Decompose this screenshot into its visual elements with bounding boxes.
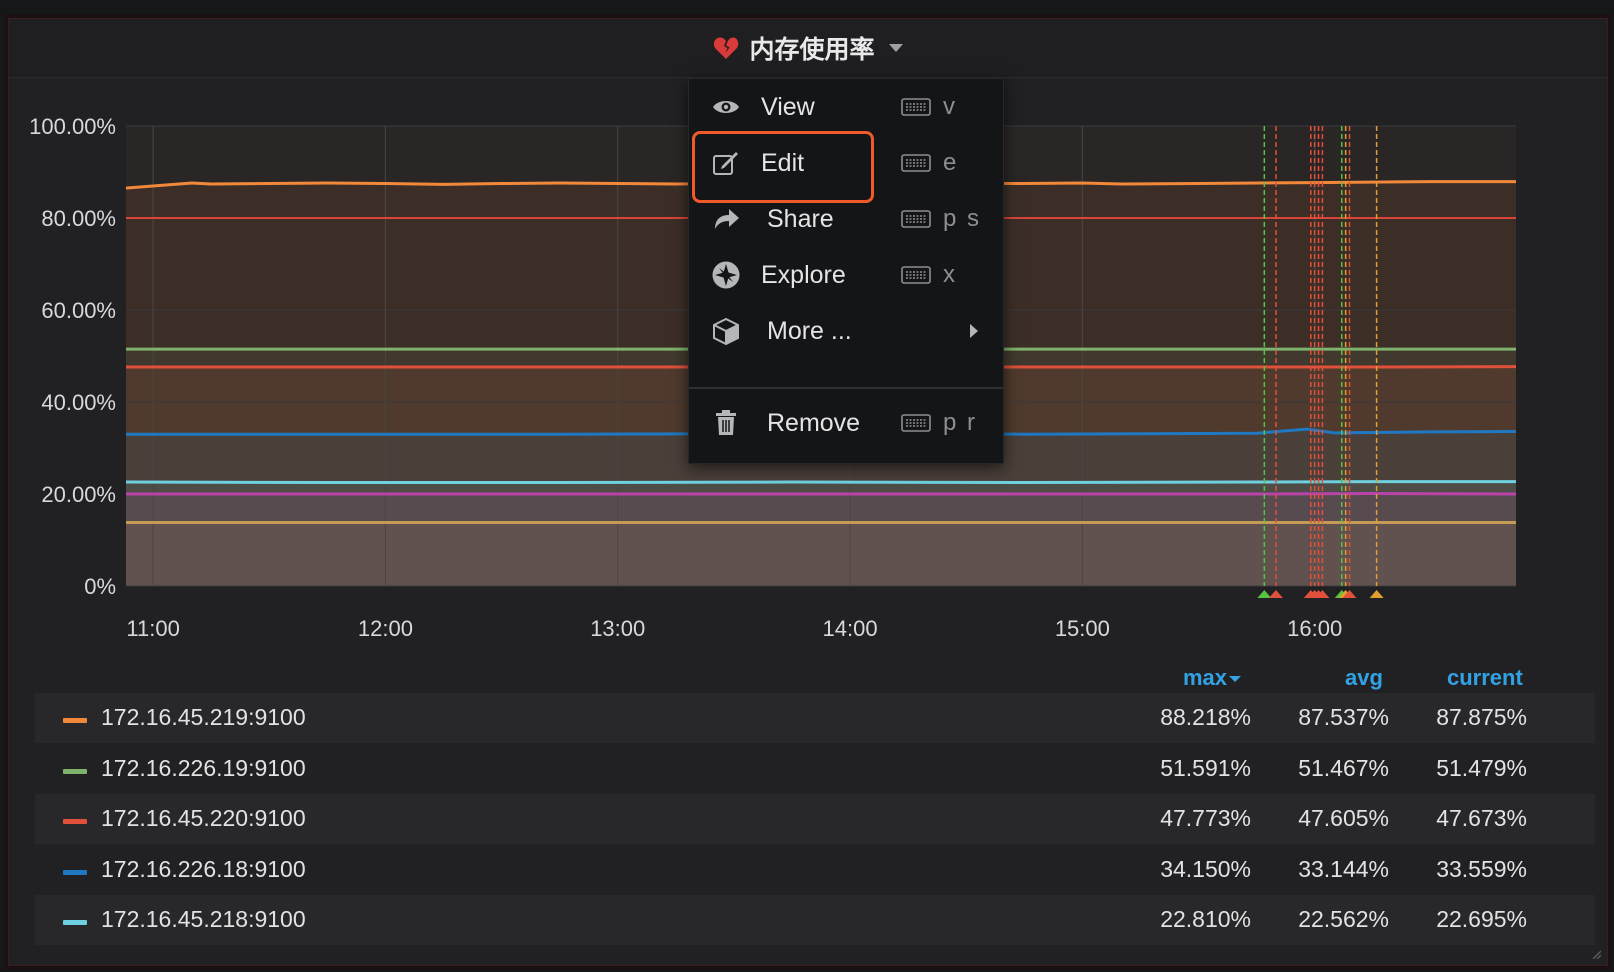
- x-tick-label: 14:00: [823, 616, 878, 641]
- legend-header-current[interactable]: current: [1447, 665, 1523, 691]
- series-line-4: [125, 480, 1516, 484]
- legend-series-name[interactable]: 172.16.45.220:9100: [101, 805, 306, 832]
- legend-value-avg: 87.537%: [1298, 704, 1389, 730]
- legend-series-name[interactable]: 172.16.45.218:9100: [101, 906, 306, 933]
- series-fill-6: [126, 522, 1516, 586]
- legend-series-name[interactable]: 172.16.226.18:9100: [101, 856, 306, 883]
- legend-header-max[interactable]: max: [1183, 665, 1242, 691]
- series-color-swatch[interactable]: [63, 718, 87, 723]
- menu-shortcut-share: p s: [943, 205, 982, 232]
- x-tick-label: 15:00: [1055, 616, 1110, 641]
- legend-value-avg: 22.562%: [1298, 906, 1389, 932]
- legend-row[interactable]: 172.16.45.218:9100 22.810% 22.562% 22.695%: [35, 895, 1595, 945]
- legend-header-avg[interactable]: avg: [1345, 665, 1383, 691]
- legend-value-max: 88.218%: [1160, 704, 1251, 730]
- y-tick-label: 100.00%: [29, 114, 116, 139]
- legend-value-current: 51.479%: [1436, 754, 1527, 781]
- y-tick-label: 40.00%: [41, 390, 116, 415]
- legend-value-current: 47.673%: [1436, 805, 1527, 831]
- annotation-marker: [1369, 590, 1384, 598]
- legend-value-avg: 33.144%: [1298, 855, 1389, 882]
- legend-value-max: 47.773%: [1160, 805, 1251, 831]
- menu-label-remove: Remove: [767, 408, 861, 437]
- annotation-marker: [1257, 590, 1272, 598]
- keyboard-icon: [901, 414, 931, 432]
- menu-shortcut-edit: e: [943, 149, 959, 176]
- share-icon: [711, 204, 741, 234]
- x-tick-label: 12:00: [358, 616, 413, 641]
- legend-row[interactable]: 172.16.226.19:9100 51.591% 51.467% 51.479%: [35, 744, 1595, 794]
- y-tick-label: 0%: [84, 574, 116, 599]
- caret-down-icon: [888, 44, 903, 52]
- annotation-marker: [1268, 590, 1283, 598]
- menu-label-view: View: [761, 92, 815, 121]
- panel-header: 内存使用率: [9, 19, 1607, 78]
- resize-handle-icon[interactable]: [1591, 949, 1601, 959]
- legend-row[interactable]: 172.16.45.220:9100 47.773% 47.605% 47.673%: [35, 794, 1595, 844]
- panel-title-dropdown[interactable]: 内存使用率: [713, 30, 903, 66]
- menu-shortcut-view: v: [943, 93, 957, 120]
- menu-item-explore[interactable]: Explore x: [689, 247, 1003, 303]
- legend-value-avg: 51.467%: [1298, 754, 1389, 781]
- legend-row[interactable]: 172.16.226.18:9100 34.150% 33.144% 33.559%: [35, 845, 1595, 895]
- keyboard-icon: [901, 210, 931, 228]
- cube-icon: [711, 316, 741, 346]
- legend-value-current: 22.695%: [1436, 906, 1527, 932]
- menu-label-share: Share: [767, 204, 834, 233]
- legend-series-name[interactable]: 172.16.226.19:9100: [101, 755, 306, 782]
- sort-desc-icon: [1229, 676, 1242, 683]
- keyboard-icon: [901, 154, 931, 172]
- y-tick-label: 80.00%: [41, 206, 116, 231]
- legend-header-max-label: max: [1183, 665, 1228, 690]
- eye-icon: [711, 92, 741, 122]
- compass-icon: [711, 260, 741, 290]
- y-tick-label: 60.00%: [41, 298, 116, 323]
- series-color-swatch[interactable]: [63, 819, 87, 824]
- menu-shortcut-remove: p r: [943, 409, 978, 436]
- edit-highlight-box: [692, 131, 874, 203]
- menu-item-more[interactable]: More ...: [689, 303, 1003, 359]
- x-tick-label: 13:00: [590, 616, 645, 641]
- y-tick-label: 20.00%: [41, 482, 116, 507]
- menu-item-remove[interactable]: Remove p r: [689, 395, 1003, 451]
- series-color-swatch[interactable]: [63, 920, 87, 925]
- legend-value-max: 22.810%: [1160, 906, 1251, 932]
- menu-label-more: More ...: [767, 316, 852, 345]
- menu-shortcut-explore: x: [943, 261, 957, 288]
- legend-value-max: 34.150%: [1160, 855, 1251, 882]
- legend-value-avg: 47.605%: [1298, 805, 1389, 831]
- trash-icon: [711, 408, 741, 438]
- legend-value-current: 33.559%: [1436, 855, 1527, 882]
- legend-row[interactable]: 172.16.45.219:9100 88.218% 87.537% 87.875%: [35, 693, 1595, 743]
- panel-title: 内存使用率: [749, 36, 875, 64]
- menu-item-view[interactable]: View v: [689, 79, 1003, 135]
- broken-heart-icon: [714, 37, 739, 59]
- x-tick-label: 16:00: [1287, 616, 1342, 641]
- keyboard-icon: [901, 266, 931, 284]
- x-tick-label: 11:00: [126, 616, 179, 641]
- series-color-swatch[interactable]: [63, 869, 87, 875]
- keyboard-icon: [901, 98, 931, 116]
- legend-value-max: 51.591%: [1160, 754, 1251, 781]
- menu-label-explore: Explore: [761, 260, 846, 289]
- menu-divider: [689, 387, 1003, 389]
- chevron-right-icon: [970, 324, 978, 338]
- legend-series-name[interactable]: 172.16.45.219:9100: [101, 704, 306, 731]
- legend-value-current: 87.875%: [1436, 704, 1527, 730]
- series-color-swatch[interactable]: [63, 768, 87, 774]
